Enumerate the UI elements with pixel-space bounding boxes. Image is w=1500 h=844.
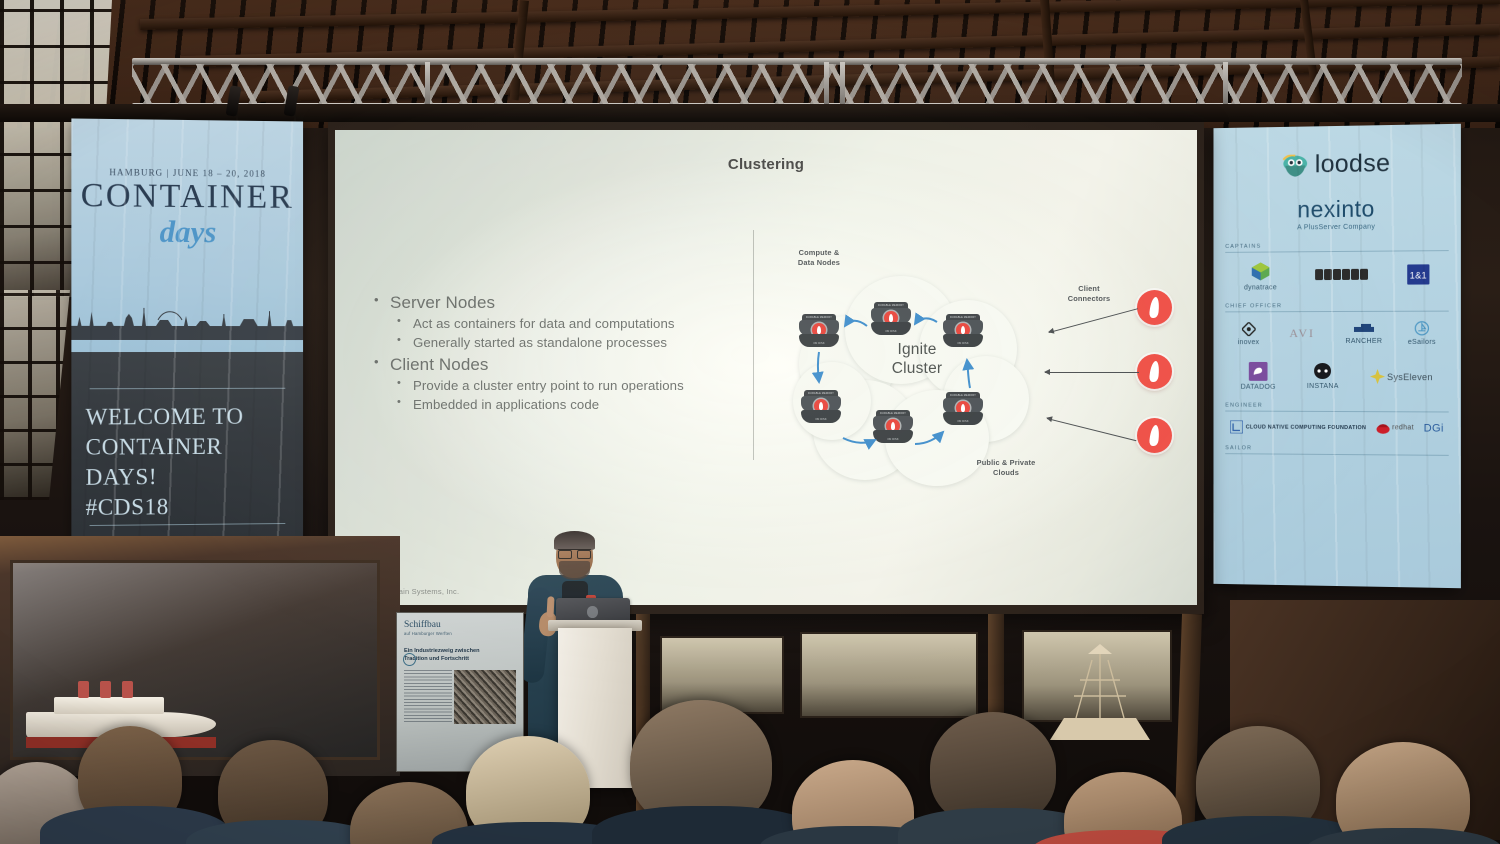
cluster-ring-arrows: [765, 248, 1065, 478]
connector-arrow: [1045, 372, 1139, 373]
syseleven-icon: [1370, 369, 1385, 384]
inovex-icon: [1242, 322, 1256, 336]
sponsor-tier-sailor: SAILOR: [1225, 445, 1448, 456]
cncf-icon: [1230, 420, 1243, 433]
sponsor-logo-dgi: DGi: [1424, 422, 1444, 434]
sponsor-tier-engineer: ENGINEER CLOUD NATIVE COMPUTING FOUNDATI…: [1225, 403, 1448, 435]
ship-funnel: [122, 681, 133, 698]
banner-welcome-line-2: CONTAINER DAYS!: [86, 431, 298, 492]
panel-photo: [454, 670, 516, 724]
sponsor-logo-instana: INSTANA: [1307, 363, 1339, 390]
avi-networks-icon: AVI: [1284, 326, 1320, 339]
svg-text:1&1: 1&1: [1410, 270, 1427, 280]
speaker-glasses: [558, 549, 591, 556]
tier-label: SAILOR: [1225, 445, 1448, 453]
sponsor-tier-chief-officer: CHIEF OFFICER inovex AVI RANCHER eSailor…: [1225, 303, 1448, 347]
bullet-item: Client Nodes: [371, 355, 741, 375]
slide-column-divider: [753, 230, 754, 460]
presentation-slide: Clustering Server Nodes Act as container…: [335, 130, 1197, 605]
banner-title-top: CONTAINER: [71, 177, 303, 217]
sponsor-logo-redhat: redhat: [1376, 422, 1414, 434]
rancher-icon: [1352, 322, 1376, 334]
banner-title-bottom: days: [71, 213, 303, 251]
bullet-item: Provide a cluster entry point to run ope…: [371, 378, 741, 393]
banner-welcome-line-1: WELCOME TO: [86, 402, 298, 433]
sponsor-logo-1and1: 1&1: [1407, 264, 1429, 287]
sponsor-logo-sqware: [1315, 269, 1369, 283]
sponsor-tier-captains: CAPTAINS dynatrace 1&1: [1225, 242, 1448, 292]
oneandone-icon: 1&1: [1407, 264, 1429, 284]
tier-label: ENGINEER: [1225, 403, 1448, 410]
sponsor-logo-inovex: inovex: [1238, 322, 1260, 346]
client-connector: [1137, 290, 1172, 325]
background-window: [800, 632, 978, 718]
conference-photo: HAMBURG | JUNE 18 – 20, 2018 CONTAINER d…: [0, 0, 1500, 844]
ship-funnel: [100, 681, 111, 698]
sponsor-logo-avi-networks: AVI: [1284, 326, 1320, 342]
containerdays-banner: HAMBURG | JUNE 18 – 20, 2018 CONTAINER d…: [71, 118, 303, 573]
dynatrace-icon: [1251, 261, 1271, 281]
sponsor-logo-esailors: eSailors: [1408, 321, 1436, 346]
bullet-item: Act as containers for data and computati…: [371, 316, 741, 331]
bullet-item: Embedded in applications code: [371, 397, 741, 412]
sponsor-logo-datadog: DATADOG: [1241, 362, 1276, 391]
panel-heading: Ein Industriezweig zwischen Tradition un…: [404, 647, 516, 663]
tier-label: CHIEF OFFICER: [1225, 303, 1448, 310]
instana-icon: [1313, 363, 1332, 380]
client-connector: [1137, 354, 1172, 389]
sponsor-logo-cncf: CLOUD NATIVE COMPUTING FOUNDATION: [1230, 420, 1366, 434]
panel-badge-icon: [403, 653, 416, 666]
lighting-truss: [132, 58, 1462, 110]
sponsor-banner: loodse nexinto A PlusServer Company CAPT…: [1213, 124, 1460, 588]
svg-text:AVI: AVI: [1290, 326, 1316, 339]
speaker-beard: [559, 561, 590, 580]
sponsor-logo-syseleven: SysEleven: [1370, 369, 1433, 384]
loodse-logo-icon: [1282, 154, 1308, 176]
bullet-item: Server Nodes: [371, 293, 741, 313]
sponsor-tier-unlabeled: DATADOG INSTANA SysEleven: [1225, 362, 1448, 391]
speaker-pointing-finger: [546, 596, 554, 617]
ignite-cluster-diagram: Compute & Data Nodes Ignite Cluster DURA…: [765, 248, 1195, 508]
diagram-label-clouds: Public & Private Clouds: [951, 458, 1061, 478]
datadog-icon: [1249, 362, 1268, 381]
redhat-icon: [1376, 422, 1390, 434]
background-ship-model: [1040, 640, 1160, 750]
ship-deck: [54, 697, 164, 714]
sponsor-nexinto-subtitle: A PlusServer Company: [1225, 223, 1448, 232]
banner-welcome-line-3: #CDS18: [86, 491, 298, 523]
panel-subtitle: auf Hamburger Werften: [404, 631, 516, 636]
hamburg-skyline-graphic: [71, 300, 303, 340]
sponsor-logo-rancher: RANCHER: [1345, 322, 1382, 344]
projection-screen: Clustering Server Nodes Act as container…: [328, 122, 1204, 614]
bullet-item: Generally started as standalone processe…: [371, 335, 741, 350]
sponsor-nexinto-label: nexinto: [1225, 195, 1448, 225]
panel-title: Schiffbau: [404, 620, 516, 630]
sponsor-logo-dynatrace: dynatrace: [1244, 261, 1277, 291]
diagram-label-client-connectors: Client Connectors: [1053, 284, 1125, 304]
slide-title: Clustering: [335, 156, 1197, 173]
sqware-icon: [1315, 269, 1369, 280]
panel-body-text: [404, 670, 452, 724]
client-connector: [1137, 418, 1172, 453]
sponsor-loodse-label: loodse: [1315, 149, 1390, 179]
tier-label: CAPTAINS: [1225, 242, 1448, 250]
esailors-icon: [1414, 321, 1429, 336]
ship-funnel: [78, 681, 89, 698]
slide-bullet-list: Server Nodes Act as containers for data …: [371, 293, 741, 416]
sponsor-hero: loodse: [1225, 148, 1448, 180]
speaker-hair: [554, 531, 595, 550]
